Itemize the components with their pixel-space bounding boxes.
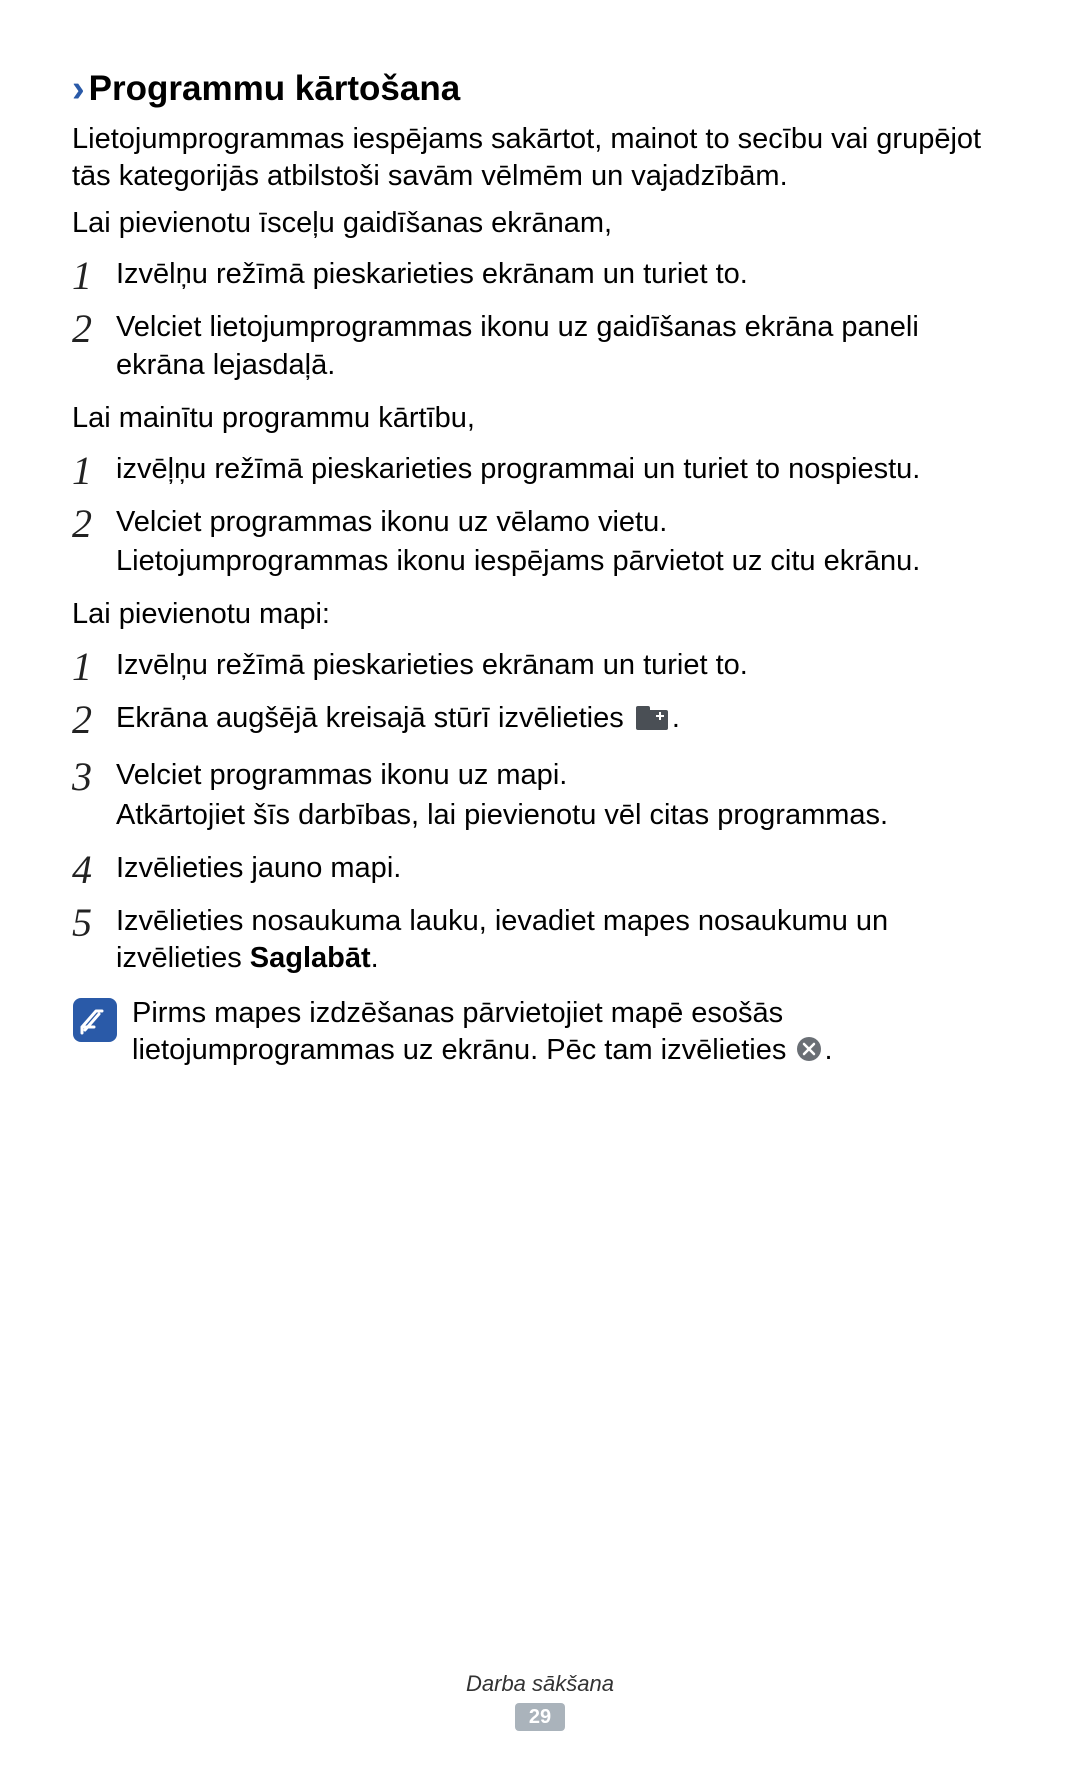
chevron-right-icon: › <box>72 68 85 111</box>
step-text-suffix: . <box>672 702 680 734</box>
step-number: 1 <box>72 250 92 301</box>
folder-steps: 1 Izvēlņu režīmā pieskarieties ekrānam u… <box>72 647 1008 977</box>
note-text: Pirms mapes izdzēšanas pārvietojiet mapē… <box>132 997 794 1066</box>
note-block: between Pirms mapes izdzēšanas pārvietoj… <box>72 995 1008 1072</box>
step-text: Velciet programmas ikonu uz mapi. <box>116 759 567 791</box>
step-text: Velciet lietojumprogrammas ikonu uz gaid… <box>116 311 919 380</box>
step-text: Izvēlņu režīmā pieskarieties ekrānam un … <box>116 649 748 681</box>
step-number: 2 <box>72 694 92 745</box>
step-text: Izvēlieties jauno mapi. <box>116 852 401 884</box>
section-heading: ›Programmu kārtošana <box>72 68 1008 111</box>
step-number: 1 <box>72 641 92 692</box>
step-item: 2 Velciet lietojumprogrammas ikonu uz ga… <box>72 309 1008 383</box>
step-item: 4 Izvēlieties jauno mapi. <box>72 850 1008 887</box>
step-number: 2 <box>72 498 92 549</box>
step-number: 5 <box>72 897 92 948</box>
step-number: 2 <box>72 303 92 354</box>
document-page: ›Programmu kārtošana Lietojumprogrammas … <box>0 0 1080 1771</box>
footer-label: Darba sākšana <box>0 1671 1080 1697</box>
folder-leadin: Lai pievienotu mapi: <box>72 596 1008 633</box>
close-circle-icon <box>796 1035 822 1072</box>
step-text: Izvēlņu režīmā pieskarieties ekrānam un … <box>116 258 748 290</box>
step-text: izvēļņu režīmā pieskarieties programmai … <box>116 453 920 485</box>
step-item: 5 Izvēlieties nosaukuma lauku, ievadiet … <box>72 903 1008 977</box>
intro-paragraph: Lietojumprogrammas iespējams sakārtot, m… <box>72 121 1008 195</box>
step-text-prefix: Ekrāna augšējā kreisajā stūrī izvēlietie… <box>116 702 632 734</box>
shortcut-leadin: Lai pievienotu īsceļu gaidīšanas ekrānam… <box>72 205 1008 242</box>
step-subtext: Atkārtojiet šīs darbības, lai pievienotu… <box>116 797 1008 834</box>
heading-text: Programmu kārtošana <box>89 69 461 108</box>
step-item: 2 Velciet programmas ikonu uz vēlamo vie… <box>72 504 1008 580</box>
step-text: Velciet programmas ikonu uz vēlamo vietu… <box>116 506 667 538</box>
note-icon: between <box>72 997 118 1043</box>
order-leadin: Lai mainītu programmu kārtību, <box>72 400 1008 437</box>
step-bold: Saglabāt <box>250 942 371 974</box>
step-item: 3 Velciet programmas ikonu uz mapi. Atkā… <box>72 757 1008 833</box>
step-subtext: Lietojumprogrammas ikonu iespējams pārvi… <box>116 543 1008 580</box>
order-steps: 1 izvēļņu režīmā pieskarieties programma… <box>72 451 1008 580</box>
folder-add-icon <box>635 704 669 741</box>
step-number: 4 <box>72 844 92 895</box>
step-item: 1 izvēļņu režīmā pieskarieties programma… <box>72 451 1008 488</box>
step-item: 1 Izvēlņu režīmā pieskarieties ekrānam u… <box>72 647 1008 684</box>
step-number: 3 <box>72 751 92 802</box>
shortcut-steps: 1 Izvēlņu režīmā pieskarieties ekrānam u… <box>72 256 1008 383</box>
page-number: 29 <box>515 1703 565 1731</box>
page-footer: Darba sākšana 29 <box>0 1671 1080 1731</box>
step-item: 2 Ekrāna augšējā kreisajā stūrī izvēliet… <box>72 700 1008 741</box>
step-number: 1 <box>72 445 92 496</box>
step-item: 1 Izvēlņu režīmā pieskarieties ekrānam u… <box>72 256 1008 293</box>
step-text-suffix: . <box>371 942 379 974</box>
note-suffix: . <box>824 1034 832 1066</box>
step-text-prefix: Izvēlieties nosaukuma lauku, ievadiet ma… <box>116 905 888 974</box>
